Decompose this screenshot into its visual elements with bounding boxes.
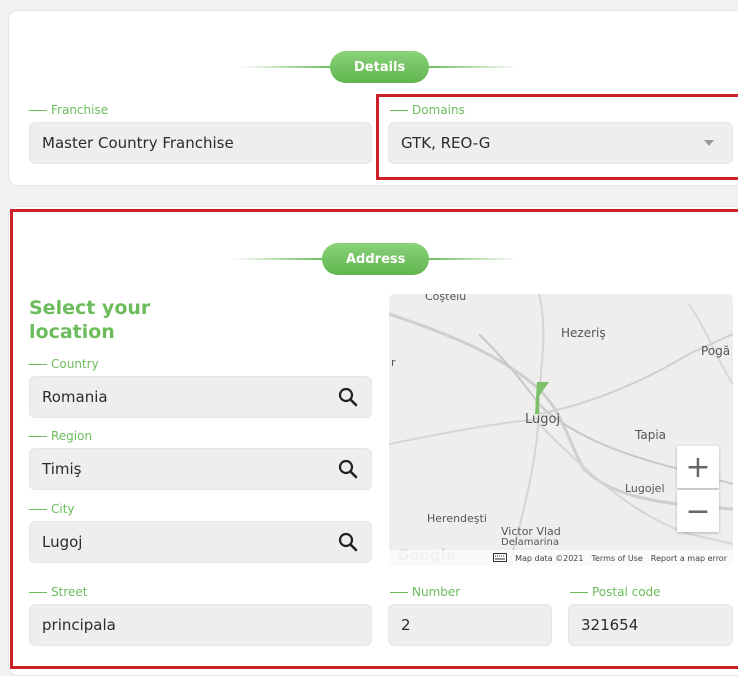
keyboard-icon[interactable] <box>493 552 508 564</box>
map-town-label: Lugoj <box>525 412 561 427</box>
franchise-field[interactable]: Master Country Franchise <box>29 122 372 164</box>
address-header: Address <box>232 243 520 275</box>
chevron-down-icon[interactable] <box>698 132 720 154</box>
country-value: Romania <box>42 388 108 406</box>
details-section-pill: Details <box>330 51 430 83</box>
map-town-label: Lugojel <box>625 482 665 495</box>
number-field[interactable]: 2 <box>388 604 552 646</box>
country-field[interactable]: Romania <box>29 376 372 418</box>
map-footer: Map data ©2021 Terms of Use Report a map… <box>389 550 733 566</box>
city-field[interactable]: Lugoj <box>29 521 372 563</box>
header-line-right <box>429 66 520 68</box>
postal-code-label: Postal code <box>570 585 661 599</box>
street-label: Street <box>29 585 87 599</box>
map-town-label: Pogă <box>701 344 731 358</box>
map-town-label: Herendeşti <box>427 512 487 525</box>
search-icon[interactable] <box>337 531 359 553</box>
search-icon[interactable] <box>337 458 359 480</box>
zoom-in-button[interactable]: + <box>677 446 719 488</box>
postal-code-field[interactable]: 321654 <box>568 604 733 646</box>
franchise-value: Master Country Franchise <box>42 134 234 152</box>
city-value: Lugoj <box>42 533 83 551</box>
number-value: 2 <box>401 616 411 634</box>
map-town-label: r <box>391 356 396 369</box>
street-value: principala <box>42 616 116 634</box>
domains-value: GTK, REO-G <box>401 134 491 152</box>
map-town-label: Coştelu <box>425 294 467 303</box>
region-value: Timiş <box>42 460 82 478</box>
country-label: Country <box>29 357 99 371</box>
report-error-link[interactable]: Report a map error <box>651 554 727 563</box>
search-icon[interactable] <box>337 386 359 408</box>
number-label: Number <box>390 585 460 599</box>
map-town-label: Tapia <box>635 428 667 442</box>
map-data-text: Map data ©2021 <box>515 553 584 563</box>
city-label: City <box>29 502 75 516</box>
terms-link[interactable]: Terms of Use <box>591 554 642 563</box>
map-town-label: Hezeriş <box>561 326 606 340</box>
header-line-left <box>232 258 322 260</box>
header-line-left <box>240 66 330 68</box>
location-map[interactable]: Coştelu Hezeriş Pogă r Lugoj Tapia Lugoj… <box>389 294 733 566</box>
zoom-out-button[interactable]: − <box>677 490 719 532</box>
header-line-right <box>429 258 520 260</box>
postal-code-value: 321654 <box>581 616 639 634</box>
region-field[interactable]: Timiş <box>29 448 372 490</box>
address-section-pill: Address <box>322 243 430 275</box>
details-header: Details <box>240 51 520 83</box>
franchise-label: Franchise <box>29 103 108 117</box>
domains-select[interactable]: GTK, REO-G <box>388 122 733 164</box>
domains-label: Domains <box>390 103 465 117</box>
region-label: Region <box>29 429 92 443</box>
map-town-label: Delamarina <box>501 537 559 548</box>
street-field[interactable]: principala <box>29 604 372 646</box>
select-location-heading: Select your location <box>29 297 151 343</box>
